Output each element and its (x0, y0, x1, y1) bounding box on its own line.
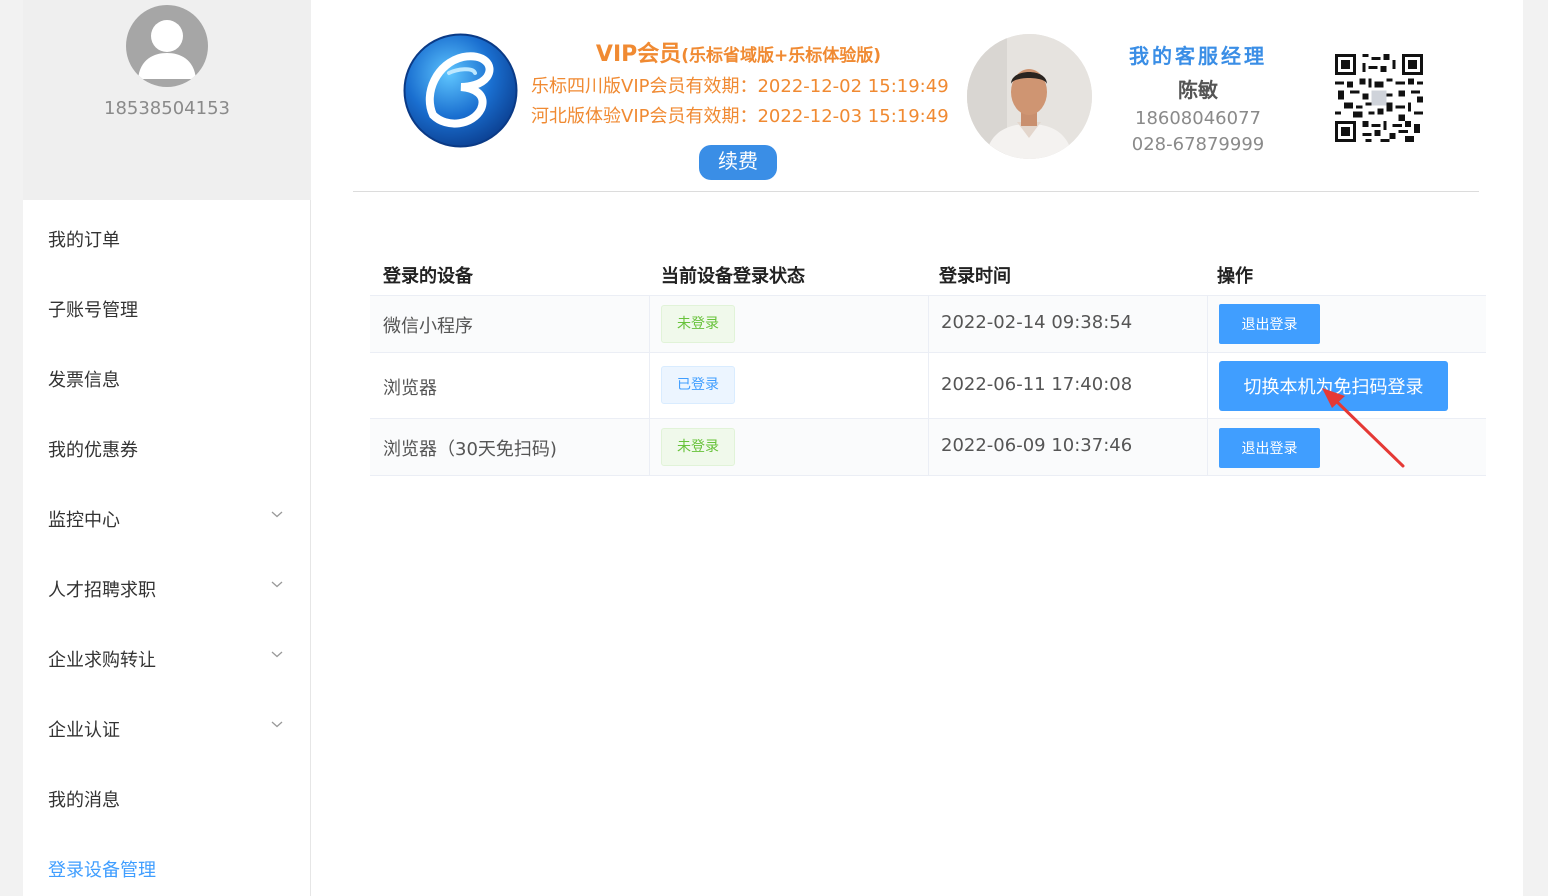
sidebar-item-label: 我的优惠券 (48, 440, 138, 461)
device-name: 浏览器 (383, 378, 437, 399)
status-badge: 未登录 (661, 305, 735, 343)
brand-logo-icon (403, 33, 518, 148)
status-badge: 未登录 (661, 428, 735, 466)
qr-code-icon (1335, 54, 1423, 142)
main-content: VIP会员(乐标省域版+乐标体验版) 乐标四川版VIP会员有效期：2022-12… (311, 0, 1523, 896)
column-header-time: 登录时间 (939, 266, 1011, 287)
manager-heading: 我的客服经理 (1129, 44, 1267, 68)
chevron-down-icon (271, 651, 283, 658)
sidebar-item-invoice[interactable]: 发票信息 (23, 358, 310, 398)
chevron-down-icon (271, 511, 283, 518)
status-badge: 已登录 (661, 366, 735, 404)
sidebar-item-coupons[interactable]: 我的优惠券 (23, 428, 310, 468)
user-phone: 18538504153 (104, 98, 230, 119)
vip-expiry-hebei: 河北版体验VIP会员有效期：2022-12-03 15:19:49 (531, 106, 949, 127)
avatar[interactable] (126, 5, 208, 87)
user-avatar-icon (138, 20, 196, 79)
chevron-down-icon (271, 721, 283, 728)
sidebar-item-label: 我的消息 (48, 790, 120, 811)
manager-photo (967, 34, 1092, 159)
sidebar-item-sub-accounts[interactable]: 子账号管理 (23, 288, 310, 328)
logout-button[interactable]: 退出登录 (1219, 428, 1320, 468)
device-name: 浏览器（30天免扫码) (383, 439, 557, 460)
device-name: 微信小程序 (383, 316, 473, 337)
user-profile: 18538504153 (23, 0, 311, 200)
sidebar-item-enterprise-cert[interactable]: 企业认证 (23, 708, 310, 748)
login-time: 2022-02-14 09:38:54 (941, 312, 1133, 333)
sidebar-item-enterprise-trade[interactable]: 企业求购转让 (23, 638, 310, 678)
manager-name: 陈敏 (1178, 78, 1218, 102)
table-row: 浏览器 已登录 2022-06-11 17:40:08 切换本机为免扫码登录 (370, 353, 1486, 419)
vip-title-sub: (乐标省域版+乐标体验版) (681, 46, 882, 66)
header-divider (353, 191, 1479, 192)
manager-portrait-icon (967, 34, 1092, 159)
sidebar-item-label: 子账号管理 (48, 300, 138, 321)
sidebar-item-label: 企业求购转让 (48, 650, 156, 671)
login-time: 2022-06-09 10:37:46 (941, 435, 1133, 456)
sidebar-item-recruitment[interactable]: 人才招聘求职 (23, 568, 310, 608)
login-time: 2022-06-11 17:40:08 (941, 374, 1133, 395)
vip-title-main: VIP会员 (595, 42, 682, 67)
logout-button[interactable]: 退出登录 (1219, 304, 1320, 344)
page-gutter (1523, 0, 1548, 896)
switch-to-scan-free-login-button[interactable]: 切换本机为免扫码登录 (1219, 361, 1448, 411)
sidebar-item-label: 登录设备管理 (48, 860, 156, 881)
sidebar-item-label: 我的订单 (48, 230, 120, 251)
column-header-status: 当前设备登录状态 (661, 266, 805, 287)
vip-title: VIP会员(乐标省域版+乐标体验版) (541, 36, 936, 68)
sidebar-item-label: 企业认证 (48, 720, 120, 741)
manager-mobile: 18608046077 (1135, 108, 1261, 129)
table-header: 登录的设备 当前设备登录状态 登录时间 操作 (370, 250, 1486, 296)
sidebar-item-label: 发票信息 (48, 370, 120, 391)
column-header-action: 操作 (1217, 266, 1253, 287)
sidebar-item-messages[interactable]: 我的消息 (23, 778, 310, 818)
vip-expiry-sichuan: 乐标四川版VIP会员有效期：2022-12-02 15:19:49 (531, 76, 949, 97)
sidebar-item-label: 监控中心 (48, 510, 120, 531)
sidebar-menu: 我的订单 子账号管理 发票信息 我的优惠券 监控中心 人才招聘求职 企业求购转让… (23, 200, 311, 896)
chevron-down-icon (271, 581, 283, 588)
table-row: 微信小程序 未登录 2022-02-14 09:38:54 退出登录 (370, 296, 1486, 353)
sidebar-item-device-management[interactable]: 登录设备管理 (23, 848, 310, 888)
manager-landline: 028-67879999 (1131, 134, 1265, 155)
renew-button[interactable]: 续费 (699, 145, 777, 180)
sidebar-item-orders[interactable]: 我的订单 (23, 218, 310, 258)
sidebar-item-monitoring[interactable]: 监控中心 (23, 498, 310, 538)
table-row: 浏览器（30天免扫码) 未登录 2022-06-09 10:37:46 退出登录 (370, 419, 1486, 476)
column-header-device: 登录的设备 (383, 266, 473, 287)
sidebar-item-label: 人才招聘求职 (48, 580, 156, 601)
